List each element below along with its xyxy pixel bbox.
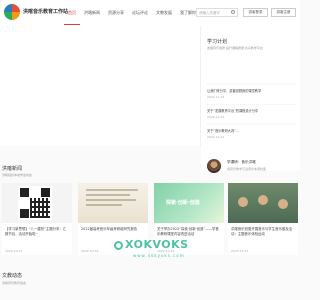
photo-image	[228, 183, 298, 223]
photo-person	[258, 195, 268, 205]
author-name: 学课研：音乐洪喀	[227, 160, 256, 164]
photo-person	[238, 197, 248, 207]
watermark-text: XOKVOKS	[125, 238, 189, 251]
document-image	[78, 183, 148, 223]
doc-line	[86, 199, 136, 201]
news-card[interactable]: 洪喀音乐班委开展音乐与学生音乐普及活动：主题音乐体验运动 2022-10-11	[228, 183, 298, 255]
side-list-item[interactable]: 让我们来分享、游客回顾我的课堂教学 2022-11-07	[207, 84, 295, 104]
side-item-title: 让我们来分享、游客回顾我的课堂教学	[207, 89, 262, 93]
doc-line	[86, 189, 138, 191]
news-card-title: 【学习新思想】“八一建校”主题分享：汇报节目，活动开始啦~	[5, 227, 67, 236]
side-item-title: 关于“音乐教研大赛”...	[207, 129, 239, 133]
search-input[interactable]: 请输入关键字	[196, 8, 238, 17]
side-item-date: 2022-11-07	[207, 95, 225, 99]
side-list: 让我们来分享、游客回顾我的课堂教学 2022-11-07 关于“发展教育平台”的…	[207, 84, 295, 144]
news-card-date: 2022-10-29	[81, 249, 99, 253]
banner-image: 探索·创新·创造	[154, 183, 224, 223]
news-card-date: 2022-10-11	[231, 249, 249, 253]
photo-person	[278, 199, 288, 209]
avatar	[207, 159, 221, 173]
doc-line	[86, 204, 122, 206]
news-card-date: 2022-10-31	[5, 249, 23, 253]
login-button[interactable]: 游客登录	[243, 8, 268, 17]
nav-item-home[interactable]: 首页	[64, 0, 80, 25]
site-logo[interactable]	[4, 4, 20, 20]
side-item-date: 2022-10-21	[207, 135, 225, 139]
doc-line	[86, 194, 130, 196]
site-title[interactable]: 洪喀音乐教育工作站	[23, 8, 68, 15]
nav-item-resources[interactable]: 资源分享	[104, 0, 128, 24]
author-card[interactable]: 学课研：音乐洪喀 用音乐教学沉浸音乐本源创造	[207, 159, 295, 179]
banner-text: 探索·创新·创造	[166, 200, 200, 206]
register-button[interactable]: 游客注册	[271, 8, 296, 17]
lower-section-title: 文教动态	[2, 273, 23, 279]
qr-code-image	[2, 183, 72, 223]
news-card-title: 关于举办2022“探索·创新·创造”——学音乐教研课堂内容改进活动	[157, 227, 219, 236]
news-card[interactable]: 【学习新思想】“八一建校”主题分享：汇报节目，活动开始啦~ 2022-10-31	[2, 183, 72, 255]
lower-section-subtitle: 洪喀音乐教育动态	[2, 281, 27, 285]
page: 洪喀音乐教育工作站 首页 洪喀新闻 资源分享 论坛评论 文教发展 我了解你 关于…	[0, 0, 300, 300]
author-desc: 用音乐教学沉浸音乐本源创造	[227, 167, 267, 171]
nav-item-news[interactable]: 洪喀新闻	[80, 0, 104, 24]
nav-item-development[interactable]: 文教发展	[152, 0, 176, 24]
news-section-subtitle: 洪喀组织本地学会动态	[2, 173, 33, 177]
nav-item-forum[interactable]: 论坛评论	[128, 0, 152, 24]
search-icon[interactable]	[231, 10, 235, 14]
watermark-icon	[114, 240, 123, 250]
hero-banner[interactable]	[0, 26, 201, 146]
news-card-title: 2022届高考音乐年级考研组研究报告	[81, 227, 138, 231]
header: 洪喀音乐教育工作站 首页 洪喀新闻 资源分享 论坛评论 文教发展 我了解你 关于…	[0, 0, 300, 27]
side-title: 学习计划	[207, 39, 228, 45]
qr-code-icon	[18, 186, 52, 220]
side-item-date: 2022-11-07	[207, 115, 225, 119]
side-list-item[interactable]: 关于“音乐教研大赛”... 2022-10-21	[207, 124, 295, 144]
watermark: XOKVOKS	[114, 238, 189, 251]
watermark-url: www.xokyoks.com	[133, 253, 185, 258]
side-panel: 学习计划 发展音乐素质 提升课程质量 共享教学平台 让我们来分享、游客回顾我的课…	[201, 26, 300, 173]
side-subtitle: 发展音乐素质 提升课程质量 共享教学平台	[207, 46, 263, 50]
news-section-title: 洪喀新闻	[2, 166, 23, 172]
search-placeholder: 请输入关键字	[199, 11, 220, 15]
side-list-item[interactable]: 关于“发展教育平台”的课程设计分享 2022-11-07	[207, 104, 295, 124]
side-item-title: 关于“发展教育平台”的课程设计分享	[207, 109, 259, 113]
news-card-title: 洪喀音乐班委开展音乐与学生音乐普及活动：主题音乐体验运动	[231, 227, 293, 236]
